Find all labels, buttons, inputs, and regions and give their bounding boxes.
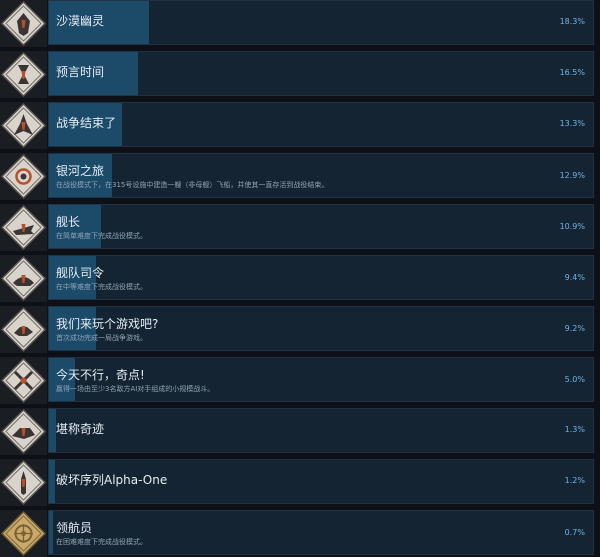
crossed-swords-emblem-icon <box>0 357 47 404</box>
handshake-emblem-icon <box>0 306 47 353</box>
achievement-description: 首次成功完成一局战争游戏。 <box>56 334 147 342</box>
ring-emblem-icon <box>0 153 47 200</box>
achievement-title: 沙漠幽灵 <box>56 14 105 28</box>
achievement-row[interactable]: 战争结束了 13.3% <box>0 102 600 149</box>
achievement-panel: 舰队司令在中等难度下完成战役模式。 9.4% <box>48 255 594 300</box>
unlock-percent: 12.9% <box>559 171 585 180</box>
ship-emblem-icon <box>0 255 47 302</box>
wheel-emblem-icon <box>0 510 47 557</box>
achievement-title: 今天不行，奇点! <box>56 368 145 382</box>
achievement-title: 我们来玩个游戏吧? <box>56 317 159 331</box>
achievement-panel: 破坏序列Alpha-One 1.2% <box>48 459 594 504</box>
ship-emblem-icon <box>0 408 47 455</box>
achievement-panel: 舰长在简单难度下完成战役模式。 10.9% <box>48 204 594 249</box>
achievement-panel: 领航员在困难难度下完成战役模式。 0.7% <box>48 510 594 555</box>
unlock-percent: 10.9% <box>559 222 585 231</box>
achievement-title: 领航员 <box>56 521 93 535</box>
achievement-title: 破坏序列Alpha-One <box>56 473 168 487</box>
achievement-row[interactable]: 沙漠幽灵 18.3% <box>0 0 600 47</box>
achievement-title: 战争结束了 <box>56 116 117 130</box>
achievement-panel: 战争结束了 13.3% <box>48 102 594 147</box>
progress-bar <box>49 511 53 554</box>
progress-bar <box>49 460 55 503</box>
unlock-percent: 1.2% <box>564 476 585 485</box>
achievement-row[interactable]: 堪称奇迹 1.3% <box>0 408 600 455</box>
hourglass-emblem-icon <box>0 51 47 98</box>
unlock-percent: 13.3% <box>559 119 585 128</box>
achievement-description: 在简单难度下完成战役模式。 <box>56 232 147 240</box>
unlock-percent: 9.2% <box>564 324 585 333</box>
achievement-row[interactable]: 我们来玩个游戏吧? 首次成功完成一局战争游戏。 9.2% <box>0 306 600 353</box>
achievement-row[interactable]: 舰长在简单难度下完成战役模式。 10.9% <box>0 204 600 251</box>
achievement-row[interactable]: 今天不行，奇点! 赢得一场由至少3名敌方AI对手组成的小规模战斗。 5.0% <box>0 357 600 404</box>
achievement-row[interactable]: 舰队司令在中等难度下完成战役模式。 9.4% <box>0 255 600 302</box>
ship-emblem-icon <box>0 204 47 251</box>
unlock-percent: 16.5% <box>559 68 585 77</box>
achievements-list: 沙漠幽灵 18.3% 预言时间 16.5% 战争结束了 13.3% 银河之旅在战役模式下，在… <box>0 0 600 557</box>
ghost-emblem-icon <box>0 0 47 47</box>
fleet-emblem-icon <box>0 102 47 149</box>
unlock-percent: 5.0% <box>564 375 585 384</box>
achievement-title: 堪称奇迹 <box>56 422 105 436</box>
unlock-percent: 1.3% <box>564 425 585 434</box>
achievement-description: 赢得一场由至少3名敌方AI对手组成的小规模战斗。 <box>56 385 215 393</box>
progress-bar <box>49 409 56 452</box>
sequence-emblem-icon <box>0 459 47 506</box>
achievement-panel: 预言时间 16.5% <box>48 51 594 96</box>
achievement-panel: 沙漠幽灵 18.3% <box>48 0 594 45</box>
unlock-percent: 0.7% <box>564 528 585 537</box>
achievement-row[interactable]: 破坏序列Alpha-One 1.2% <box>0 459 600 506</box>
achievement-panel: 我们来玩个游戏吧? 首次成功完成一局战争游戏。 9.2% <box>48 306 594 351</box>
achievement-description: 在中等难度下完成战役模式。 <box>56 283 147 291</box>
achievement-row[interactable]: 银河之旅在战役模式下，在315号设施中建造一艘（非母舰）飞船，并使其一直存活到战… <box>0 153 600 200</box>
achievement-description: 在战役模式下，在315号设施中建造一艘（非母舰）飞船，并使其一直存活到战役结束。 <box>56 181 329 189</box>
achievement-title: 银河之旅 <box>56 164 105 178</box>
unlock-percent: 18.3% <box>559 17 585 26</box>
achievement-row[interactable]: 领航员在困难难度下完成战役模式。 0.7% <box>0 510 600 557</box>
achievement-title: 舰长 <box>56 215 81 229</box>
achievement-description: 在困难难度下完成战役模式。 <box>56 538 147 546</box>
achievement-title: 舰队司令 <box>56 266 105 280</box>
achievement-panel: 银河之旅在战役模式下，在315号设施中建造一艘（非母舰）飞船，并使其一直存活到战… <box>48 153 594 198</box>
unlock-percent: 9.4% <box>564 273 585 282</box>
achievement-row[interactable]: 预言时间 16.5% <box>0 51 600 98</box>
achievement-panel: 今天不行，奇点! 赢得一场由至少3名敌方AI对手组成的小规模战斗。 5.0% <box>48 357 594 402</box>
achievement-title: 预言时间 <box>56 65 105 79</box>
achievement-panel: 堪称奇迹 1.3% <box>48 408 594 453</box>
